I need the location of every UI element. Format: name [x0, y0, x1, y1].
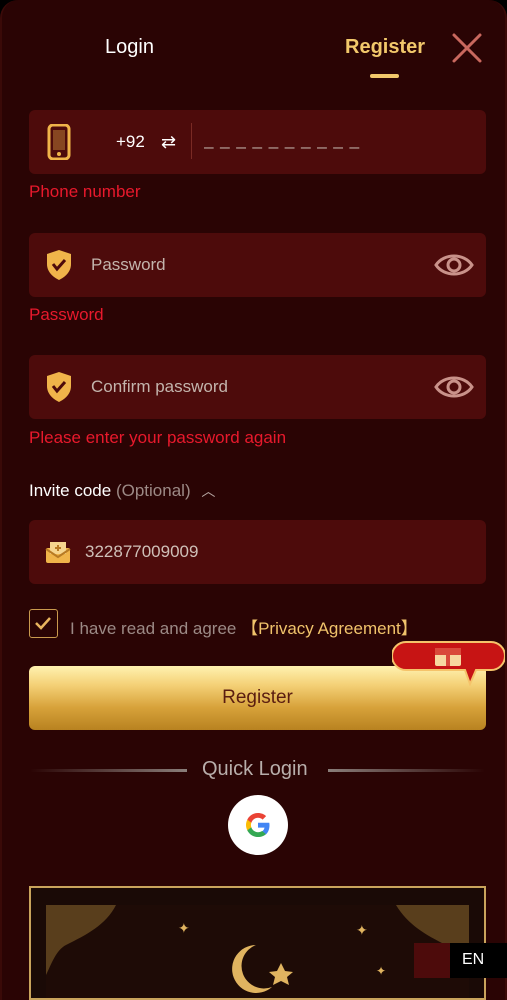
password-input[interactable] [91, 255, 411, 275]
confirm-password-error: Please enter your password again [29, 428, 287, 447]
password-field [29, 233, 486, 297]
divider [191, 123, 192, 159]
invite-code-field [29, 520, 486, 584]
phone-error: Phone number [29, 182, 141, 201]
flag-icon [414, 943, 450, 978]
eye-icon[interactable] [434, 373, 474, 406]
svg-text:✦: ✦ [356, 923, 368, 939]
active-tab-indicator [370, 74, 399, 78]
phone-field: +92 ⇄ [29, 110, 486, 174]
phone-input[interactable] [204, 130, 474, 150]
tab-login[interactable]: Login [105, 36, 154, 59]
svg-text:✦: ✦ [376, 964, 386, 978]
quick-login-divider: Quick Login [2, 756, 505, 784]
phone-icon [47, 123, 71, 165]
swap-icon[interactable]: ⇄ [161, 132, 176, 153]
divider-line [328, 769, 485, 772]
language-selector[interactable]: EN [414, 943, 507, 978]
shield-icon [46, 371, 72, 408]
invite-code-toggle[interactable]: Invite code (Optional) ︿ [29, 481, 215, 501]
agreement-row: I have read and agree 【Privacy Agreement… [29, 609, 489, 639]
divider-line [30, 769, 187, 772]
envelope-icon [45, 540, 71, 569]
country-code[interactable]: +92 [116, 132, 145, 152]
shield-icon [46, 249, 72, 286]
gift-badge[interactable] [391, 640, 505, 687]
chevron-up-icon: ︿ [201, 483, 216, 499]
google-login-button[interactable] [228, 795, 288, 855]
eye-icon[interactable] [434, 251, 474, 284]
confirm-password-input[interactable] [91, 377, 411, 397]
language-code: EN [462, 951, 485, 968]
svg-text:✦: ✦ [178, 921, 190, 937]
banner-image: ✦ ✦ ✦ [46, 905, 469, 998]
google-icon [246, 813, 270, 837]
password-error: Password [29, 305, 104, 324]
confirm-password-field [29, 355, 486, 419]
invite-code-optional: (Optional) [115, 481, 191, 500]
agreement-label: I have read and agree [70, 619, 242, 638]
invite-code-label: Invite code [29, 481, 112, 500]
privacy-agreement-link[interactable]: 【Privacy Agreement】 [241, 619, 418, 638]
close-icon[interactable] [449, 30, 485, 66]
agreement-checkbox[interactable] [29, 609, 58, 638]
register-panel: Login Register +92 ⇄ Phone number Passwo… [0, 0, 507, 1000]
invite-code-input[interactable] [85, 542, 445, 562]
agreement-text: I have read and agree 【Privacy Agreement… [70, 614, 418, 639]
quick-login-label: Quick Login [202, 758, 308, 780]
auth-tabs: Login Register [2, 30, 505, 80]
tab-register[interactable]: Register [345, 36, 425, 59]
